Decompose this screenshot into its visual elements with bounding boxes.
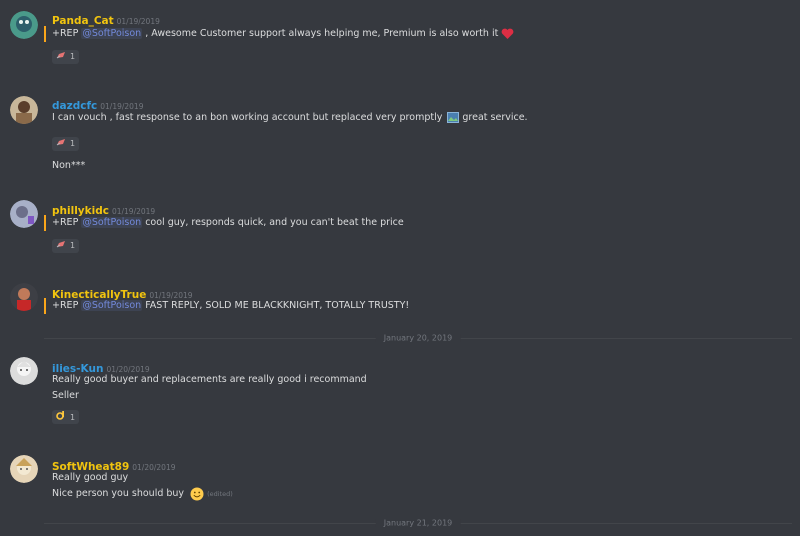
message-header: Panda_Cat 01/19/2019	[52, 9, 160, 27]
message-text: +REP	[52, 28, 82, 39]
message-line: +REP @SoftPoison , Awesome Customer supp…	[44, 26, 800, 42]
message: ilies-Kun 01/20/2019 Really good buyer an…	[0, 348, 800, 428]
message-text: I can vouch , fast response to an bon wo…	[52, 112, 443, 123]
reaction-button[interactable]: 1	[52, 239, 80, 253]
message-line: Nice person you should buy (edited)	[46, 486, 800, 502]
avatar[interactable]	[10, 455, 38, 483]
smile-icon	[190, 487, 204, 500]
message-text: great service.	[459, 112, 528, 123]
reaction-button[interactable]: 1	[52, 137, 80, 151]
avatar[interactable]	[10, 283, 38, 311]
message-text: cool guy, responds quick, and you can't …	[142, 217, 404, 228]
user-mention[interactable]: @SoftPoison	[81, 28, 143, 39]
message-line: Really good guy	[46, 470, 800, 486]
message: Panda_Cat 01/19/2019 +REP @SoftPoison , A…	[0, 0, 800, 80]
message-line: I can vouch , fast response to an bon wo…	[46, 110, 800, 126]
date-divider: January 21, 2019	[44, 518, 792, 528]
message: KinecticallyTrue 01/19/2019 +REP @SoftPoi…	[0, 276, 800, 320]
message-line: Really good buyer and replacements are r…	[46, 372, 800, 388]
message: phillykidc 01/19/2019 +REP @SoftPoison co…	[0, 192, 800, 264]
message-text: Really good buyer and replacements are r…	[52, 374, 367, 385]
message-line: +REP @SoftPoison FAST REPLY, SOLD ME BLA…	[44, 298, 800, 314]
message-line: Seller	[46, 388, 800, 404]
avatar[interactable]	[10, 96, 38, 124]
message-header: KinecticallyTrue 01/19/2019	[52, 283, 193, 301]
message-text: Really good guy	[52, 472, 129, 483]
broken-image-icon	[447, 112, 460, 123]
message-line: +REP @SoftPoison cool guy, responds quic…	[44, 215, 800, 231]
heart-icon	[501, 28, 514, 39]
message-text: Seller	[52, 390, 79, 401]
message-text: +REP	[52, 217, 82, 228]
message-header: dazdcfc 01/19/2019	[52, 94, 143, 112]
message-text: +REP	[52, 300, 82, 311]
ok-hand-icon	[56, 411, 66, 422]
reaction-count: 1	[70, 52, 76, 61]
avatar[interactable]	[10, 357, 38, 385]
message-text: Nice person you should buy	[52, 488, 185, 499]
reaction-button[interactable]: 1	[52, 50, 80, 64]
reaction-count: 1	[70, 139, 76, 148]
message-text: FAST REPLY, SOLD ME BLACKKNIGHT, TOTALLY…	[142, 300, 410, 311]
avatar[interactable]	[10, 200, 38, 228]
date-divider-label: January 21, 2019	[375, 518, 461, 528]
reaction-count: 1	[70, 241, 76, 250]
message-header: SoftWheat89 01/20/2019	[52, 455, 176, 473]
message-line: Non***	[46, 158, 800, 174]
reaction-button[interactable]: 1	[52, 410, 80, 424]
user-mention[interactable]: @SoftPoison	[81, 217, 143, 228]
message-text: Non***	[52, 160, 86, 171]
reaction-count: 1	[70, 413, 76, 422]
rocket-icon	[56, 241, 66, 250]
avatar[interactable]	[10, 11, 38, 39]
message-header: phillykidc 01/19/2019	[52, 199, 155, 217]
date-divider-label: January 20, 2019	[375, 333, 461, 343]
rocket-icon	[56, 52, 66, 61]
message-header: ilies-Kun 01/20/2019	[52, 357, 150, 375]
rocket-icon	[56, 139, 66, 148]
user-mention[interactable]: @SoftPoison	[81, 300, 143, 311]
timestamp: 01/19/2019	[116, 17, 160, 26]
edited-label: (edited)	[207, 490, 233, 498]
message: SoftWheat89 01/20/2019 Really good guy Ni…	[0, 450, 800, 510]
date-divider: January 20, 2019	[44, 333, 792, 343]
message-text: , Awesome Customer support always helpin…	[142, 28, 499, 39]
message: dazdcfc 01/19/2019 I can vouch , fast res…	[0, 80, 800, 184]
